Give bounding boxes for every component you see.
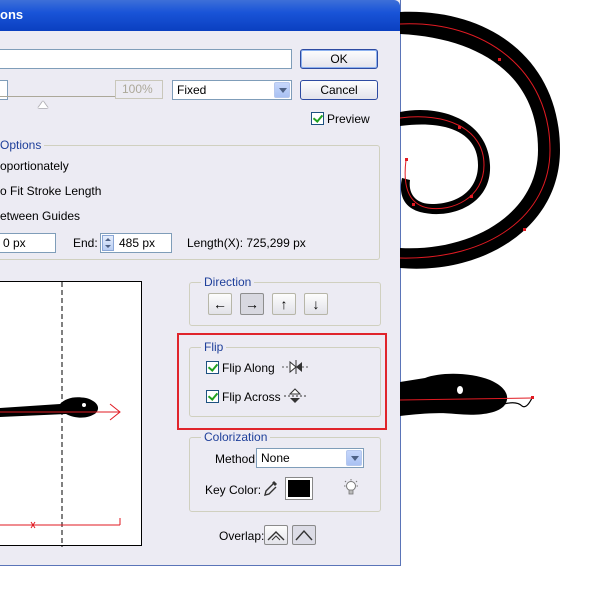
direction-up-button[interactable]: ↑: [272, 293, 296, 315]
end-stepper[interactable]: [102, 235, 114, 251]
artboard-canvas: [400, 11, 560, 416]
length-readout: Length(X): 725,299 px: [187, 236, 306, 250]
overlap-none-icon: [295, 529, 313, 541]
scale-percent-field: 100%: [115, 80, 163, 99]
preview-canvas: [0, 282, 121, 547]
tips-lightbulb-icon[interactable]: [343, 479, 359, 497]
title-bar[interactable]: ons: [0, 0, 400, 31]
direction-right-button[interactable]: →: [240, 293, 264, 315]
anchor-point: [405, 158, 408, 161]
proportionately-option[interactable]: oportionately: [0, 159, 69, 173]
anchor-point: [531, 396, 534, 399]
preview-label: Preview: [327, 112, 370, 126]
snake-tongue: [503, 397, 533, 408]
anchor-point: [523, 228, 526, 231]
anchor-point: [458, 126, 461, 129]
snake-head: [400, 373, 508, 416]
fit-stroke-length-option[interactable]: o Fit Stroke Length: [0, 184, 101, 198]
key-color-label: Key Color:: [205, 483, 262, 497]
snake-eye: [457, 386, 463, 394]
stepper-arrows-icon: [105, 238, 111, 248]
method-select[interactable]: None: [256, 448, 364, 468]
colorization-group-title: Colorization: [201, 430, 271, 444]
key-color-swatch[interactable]: [285, 477, 313, 500]
scale-mode-value: Fixed: [177, 83, 207, 97]
name-input[interactable]: [0, 49, 292, 69]
scale-slider-thumb[interactable]: [38, 101, 48, 108]
brush-preview: [0, 281, 142, 547]
direction-left-button[interactable]: ←: [208, 293, 232, 315]
overlap-label: Overlap:: [219, 529, 265, 543]
scale-mode-select[interactable]: Fixed: [172, 80, 292, 100]
overlap-adjust-icon: [267, 531, 285, 541]
chevron-down-icon[interactable]: [274, 82, 290, 98]
options-group-title: Options: [0, 138, 45, 152]
spiral-inner-stroke: [400, 110, 491, 215]
ok-button[interactable]: OK: [300, 49, 378, 69]
direction-down-button[interactable]: ↓: [304, 293, 328, 315]
method-label: Method:: [215, 452, 259, 466]
cancel-button[interactable]: Cancel: [300, 80, 378, 100]
preview-checkbox[interactable]: [311, 112, 324, 125]
method-value: None: [261, 451, 290, 465]
flip-highlight-box: [177, 333, 387, 430]
scale-field[interactable]: [0, 80, 8, 100]
brush-options-dialog: ons OK 100% Fixed Cancel Preview Options…: [0, 0, 401, 566]
direction-group-title: Direction: [201, 275, 255, 289]
overlap-none-button[interactable]: [292, 525, 316, 545]
dialog-title: ons: [0, 7, 24, 22]
anchor-point: [412, 203, 415, 206]
anchor-point: [498, 58, 501, 61]
between-guides-option[interactable]: etween Guides: [0, 209, 80, 223]
chevron-down-icon[interactable]: [346, 450, 362, 466]
start-input[interactable]: 0 px: [0, 233, 56, 253]
eyedropper-icon[interactable]: [263, 479, 279, 497]
overlap-adjust-button[interactable]: [264, 525, 288, 545]
end-label: End:: [73, 236, 98, 250]
anchor-point: [470, 195, 473, 198]
